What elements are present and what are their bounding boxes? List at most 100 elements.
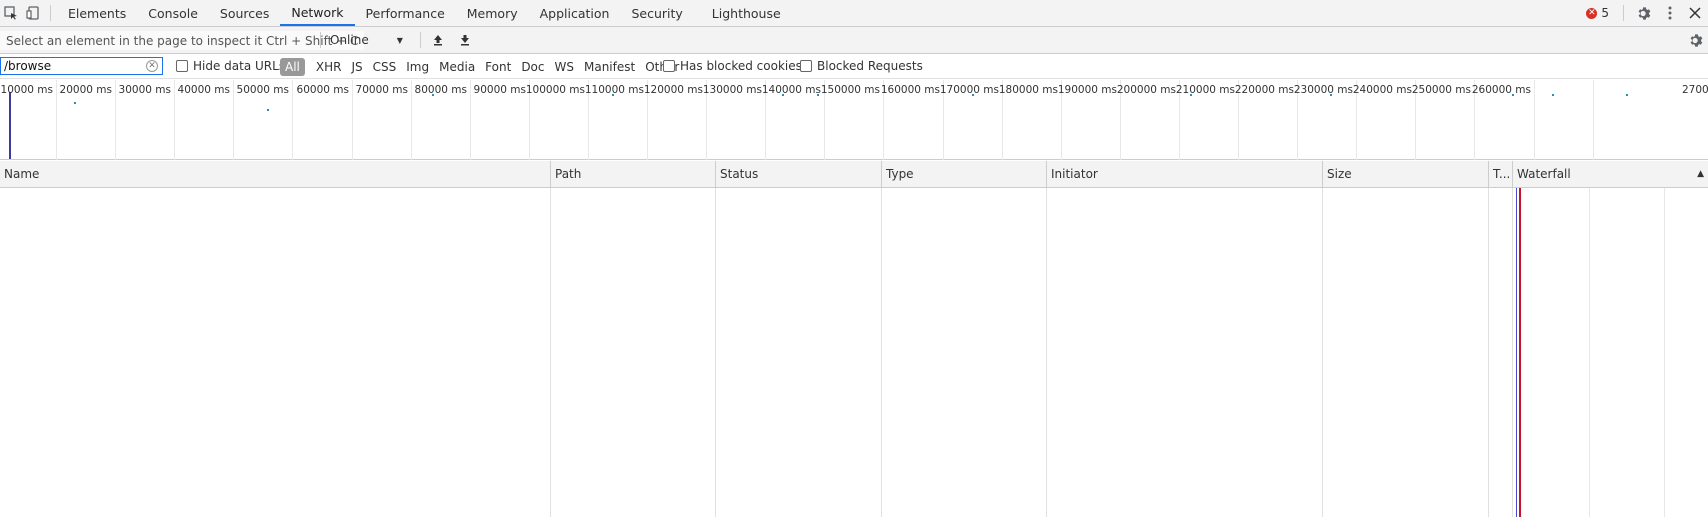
hide-data-urls-checkbox[interactable]: Hide data URLs bbox=[176, 59, 285, 73]
waterfall-gridline bbox=[1589, 188, 1590, 517]
chevron-down-icon: ▼ bbox=[396, 35, 403, 45]
column-header-status[interactable]: Status bbox=[716, 161, 882, 188]
error-icon: ✕ bbox=[1586, 7, 1598, 19]
waterfall-label: Waterfall bbox=[1517, 167, 1571, 181]
column-divider bbox=[1046, 188, 1047, 517]
has-blocked-cookies-label: Has blocked cookies bbox=[680, 59, 802, 73]
overview-activity-dot bbox=[1512, 94, 1514, 96]
tab-performance[interactable]: Performance bbox=[355, 0, 456, 26]
waterfall-load-marker bbox=[1519, 188, 1521, 517]
checkbox-box[interactable] bbox=[800, 60, 812, 72]
import-har-icon[interactable] bbox=[428, 30, 448, 50]
overview-activity-dot bbox=[267, 109, 269, 111]
has-blocked-cookies-checkbox[interactable]: Has blocked cookies bbox=[663, 59, 802, 73]
overview-tick-line bbox=[1593, 80, 1594, 160]
overview-tick-label: 120000 ms bbox=[643, 84, 703, 96]
checkbox-box[interactable] bbox=[663, 60, 675, 72]
devtools-tabs-bar: Elements Console Sources Network Perform… bbox=[0, 0, 1708, 27]
column-header-path[interactable]: Path bbox=[551, 161, 716, 188]
blocked-requests-checkbox[interactable]: Blocked Requests bbox=[800, 59, 923, 73]
export-har-icon[interactable] bbox=[455, 30, 475, 50]
overview-tick-label: 10000 ms bbox=[0, 84, 53, 96]
requests-table-body[interactable] bbox=[0, 188, 1708, 517]
overview-activity-dot bbox=[782, 94, 784, 96]
tab-memory[interactable]: Memory bbox=[456, 0, 529, 26]
overview-activity-dot bbox=[432, 94, 434, 96]
sort-ascending-icon: ▲ bbox=[1697, 169, 1704, 179]
column-header-type[interactable]: Type bbox=[882, 161, 1047, 188]
more-options-icon[interactable] bbox=[1658, 0, 1682, 26]
type-filter-js[interactable]: JS bbox=[346, 58, 367, 76]
tab-network[interactable]: Network bbox=[280, 0, 355, 26]
clear-filter-icon[interactable]: ✕ bbox=[146, 60, 158, 72]
error-count-badge[interactable]: ✕ 5 bbox=[1586, 6, 1609, 20]
overview-tick-label: 110000 ms bbox=[584, 84, 644, 96]
type-filter-manifest[interactable]: Manifest bbox=[579, 58, 640, 76]
column-divider bbox=[1322, 188, 1323, 517]
blocked-requests-label: Blocked Requests bbox=[817, 59, 923, 73]
column-header-size[interactable]: Size bbox=[1323, 161, 1489, 188]
type-filter-doc[interactable]: Doc bbox=[516, 58, 549, 76]
overview-tick-label: 30000 ms bbox=[118, 84, 171, 96]
overview-activity-dot bbox=[817, 94, 819, 96]
inspect-element-icon[interactable] bbox=[0, 0, 22, 26]
column-header-waterfall[interactable]: Waterfall ▲ bbox=[1513, 161, 1708, 188]
type-filter-xhr[interactable]: XHR bbox=[311, 58, 347, 76]
overview-tick-label: 40000 ms bbox=[177, 84, 230, 96]
overview-activity-dot bbox=[1190, 94, 1192, 96]
settings-gear-icon[interactable] bbox=[1630, 0, 1658, 26]
overview-cursor bbox=[9, 92, 11, 159]
device-toolbar-icon[interactable] bbox=[22, 0, 44, 26]
checkbox-box[interactable] bbox=[176, 60, 188, 72]
error-count: 5 bbox=[1601, 6, 1609, 20]
overview-tick-label: 150000 ms bbox=[820, 84, 880, 96]
overview-tick-label: 230000 ms bbox=[1293, 84, 1353, 96]
column-divider bbox=[1512, 188, 1513, 517]
type-filter-media[interactable]: Media bbox=[434, 58, 480, 76]
type-filter-font[interactable]: Font bbox=[480, 58, 516, 76]
tab-sources[interactable]: Sources bbox=[209, 0, 280, 26]
overview-tick-label: 160000 ms bbox=[880, 84, 940, 96]
type-filter-all[interactable]: All bbox=[280, 58, 305, 76]
overview-tick-label: 20000 ms bbox=[59, 84, 112, 96]
close-devtools-icon[interactable] bbox=[1682, 0, 1708, 26]
toolbar-divider bbox=[1623, 5, 1624, 21]
overview-tick-label: 220000 ms bbox=[1234, 84, 1294, 96]
resource-type-filters: All XHR JS CSS Img Media Font Doc WS Man… bbox=[280, 57, 684, 77]
tab-lighthouse[interactable]: Lighthouse bbox=[694, 0, 792, 26]
tab-security[interactable]: Security bbox=[620, 0, 693, 26]
overview-tick-label: 60000 ms bbox=[296, 84, 349, 96]
overview-tick-label: 70000 ms bbox=[355, 84, 408, 96]
waterfall-gridline bbox=[1664, 188, 1665, 517]
overview-tick-label: 170000 ms bbox=[939, 84, 999, 96]
column-divider bbox=[715, 188, 716, 517]
tab-console[interactable]: Console bbox=[137, 0, 209, 26]
column-header-initiator[interactable]: Initiator bbox=[1047, 161, 1323, 188]
tab-elements[interactable]: Elements bbox=[57, 0, 137, 26]
timeline-overview[interactable]: 10000 ms 20000 ms 30000 ms 40000 ms 50000 ms… bbox=[0, 80, 1708, 160]
overview-activity-dot bbox=[972, 94, 974, 96]
type-filter-css[interactable]: CSS bbox=[368, 58, 402, 76]
overview-tick-label: 190000 ms bbox=[1057, 84, 1117, 96]
overview-tick-label: 250000 ms bbox=[1411, 84, 1471, 96]
tab-application[interactable]: Application bbox=[529, 0, 621, 26]
overview-tick-label: 80000 ms bbox=[414, 84, 467, 96]
type-filter-img[interactable]: Img bbox=[401, 58, 434, 76]
overview-activity-dot bbox=[1552, 94, 1554, 96]
overview-tick-label: 100000 ms bbox=[525, 84, 585, 96]
type-filter-ws[interactable]: WS bbox=[550, 58, 579, 76]
waterfall-dom-content-loaded-marker bbox=[1516, 188, 1517, 517]
column-header-time[interactable]: T... bbox=[1489, 161, 1513, 188]
column-divider bbox=[881, 188, 882, 517]
network-toolbar: Select an element in the page to inspect… bbox=[0, 27, 1708, 54]
overview-activity-dot bbox=[612, 94, 614, 96]
overview-tick-label: 240000 ms bbox=[1352, 84, 1412, 96]
filter-input[interactable] bbox=[1, 58, 144, 74]
network-settings-gear-icon[interactable] bbox=[1686, 30, 1706, 50]
throttling-select[interactable]: Online ▼ bbox=[330, 30, 403, 50]
filter-input-wrapper: ✕ bbox=[0, 57, 163, 75]
column-header-name[interactable]: Name bbox=[0, 161, 551, 188]
panel-tabs: Elements Console Sources Network Perform… bbox=[57, 0, 792, 26]
toolbar-divider bbox=[320, 32, 321, 48]
overview-tick-label: 27000 bbox=[1682, 84, 1708, 96]
